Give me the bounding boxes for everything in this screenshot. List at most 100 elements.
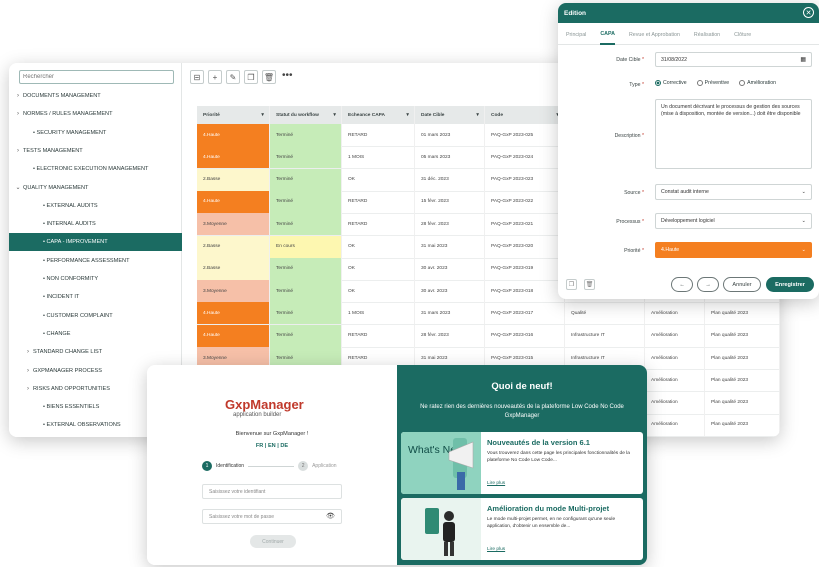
sidebar-item[interactable]: › DOCUMENTS MANAGEMENT bbox=[9, 87, 182, 105]
next-button[interactable]: → bbox=[697, 277, 719, 292]
multiproject-illustration bbox=[401, 498, 481, 560]
table-cell-priorite: 4.Haute bbox=[197, 124, 270, 146]
table-cell-code: PAQ-GxP 2023-023 bbox=[485, 168, 565, 191]
type-radio-group: Corrective Préventive Amélioration bbox=[655, 80, 776, 86]
table-cell-echeance: OK bbox=[342, 280, 415, 303]
password-placeholder: Saisissez votre mot de passe bbox=[209, 513, 275, 520]
column-header[interactable]: Code▼ bbox=[485, 106, 565, 124]
sidebar-item[interactable]: › TESTS MANAGEMENT bbox=[9, 142, 182, 160]
news-card-version[interactable]: What's New! Nouveautés de la version 6.1… bbox=[401, 432, 643, 494]
edit-icon[interactable]: ✎ bbox=[226, 70, 240, 84]
table-row[interactable]: 4.Haute Terminé RETARD 28 févr. 2023 PAQ-GxP… bbox=[197, 324, 780, 348]
processus-value: Développement logiciel bbox=[661, 218, 715, 224]
news-card-text: Le mode multi-projet permet, en ne confi… bbox=[487, 517, 616, 529]
priorite-select[interactable]: 4.Haute ⌄ bbox=[655, 242, 812, 258]
delete-icon[interactable]: 🗑 bbox=[584, 279, 595, 290]
tab-revue-approbation[interactable]: Revue et Approbation bbox=[629, 25, 680, 45]
table-cell-c6: Infrastructure IT bbox=[565, 324, 645, 347]
table-cell-c7: Amélioration bbox=[645, 347, 705, 369]
add-icon[interactable]: + bbox=[208, 70, 222, 84]
tab-realisation[interactable]: Réalisation bbox=[694, 25, 720, 45]
type-radio-amelioration[interactable]: Amélioration bbox=[739, 80, 776, 86]
type-label: Type * bbox=[558, 82, 644, 88]
required-mark: * bbox=[641, 133, 644, 139]
filter-icon[interactable]: ▼ bbox=[475, 113, 480, 118]
processus-select[interactable]: Développement logiciel ⌄ bbox=[655, 213, 812, 229]
copy-icon[interactable]: ❐ bbox=[244, 70, 258, 84]
table-cell-statut: Terminé bbox=[270, 257, 342, 280]
sidebar-search-input[interactable] bbox=[19, 70, 174, 84]
tab-cloture[interactable]: Clôture bbox=[734, 25, 751, 45]
password-input[interactable]: Saisissez votre mot de passe bbox=[202, 509, 342, 524]
read-more-link[interactable]: Lire plus bbox=[487, 547, 505, 552]
sidebar-item-label: • BIENS ESSENTIELS bbox=[43, 404, 100, 411]
column-header[interactable]: Priorité ▼ bbox=[197, 106, 270, 124]
chevron-icon: › bbox=[27, 349, 29, 356]
sidebar-item[interactable]: • CUSTOMER COMPLAINT bbox=[9, 307, 182, 325]
date-cible-label: Date Cible * bbox=[558, 57, 644, 63]
sidebar-item[interactable]: • CHANGE bbox=[9, 325, 182, 343]
eye-icon[interactable]: 👁 bbox=[326, 512, 335, 520]
table-cell-priorite: 2.Basse bbox=[197, 257, 270, 280]
type-label-text: Type bbox=[629, 82, 641, 88]
continue-button[interactable]: Continuer bbox=[250, 535, 296, 548]
filter-icon[interactable]: ▼ bbox=[405, 113, 410, 118]
news-card-multiproject[interactable]: Amélioration du mode Multi-projet Le mod… bbox=[401, 498, 643, 560]
close-icon[interactable]: ✕ bbox=[803, 7, 814, 18]
read-more-link[interactable]: Lire plus bbox=[487, 481, 505, 486]
calendar-icon[interactable]: ▦ bbox=[800, 56, 806, 63]
sidebar-item-label: • CUSTOMER COMPLAINT bbox=[43, 312, 113, 319]
sidebar-item[interactable]: • EXTERNAL AUDITS bbox=[9, 197, 182, 215]
column-header[interactable]: Date Cible ▼ bbox=[415, 106, 485, 124]
sidebar-item[interactable]: • ELECTRONIC EXECUTION MANAGEMENT bbox=[9, 160, 182, 178]
previous-button[interactable]: ← bbox=[671, 277, 693, 292]
type-radio-preventive[interactable]: Préventive bbox=[696, 80, 729, 86]
description-textarea[interactable]: Un document décrivant le processus de ge… bbox=[655, 99, 812, 169]
sidebar-item[interactable]: › NORMES / RULES MANAGEMENT bbox=[9, 105, 182, 123]
edition-header: Edition bbox=[558, 3, 819, 23]
chevron-icon: › bbox=[17, 147, 19, 154]
tab-principal[interactable]: Principal bbox=[566, 25, 586, 45]
date-cible-input[interactable]: 31/08/2022 ▦ bbox=[655, 52, 812, 67]
save-button[interactable]: Enregistrer bbox=[766, 277, 814, 292]
filter-icon[interactable]: ▼ bbox=[332, 113, 337, 118]
source-value: Constat audit interne bbox=[661, 189, 709, 195]
sidebar-item[interactable]: ⌄ QUALITY MANAGEMENT bbox=[9, 179, 182, 197]
delete-icon[interactable]: 🗑 bbox=[262, 70, 276, 84]
table-row[interactable]: 4.Haute Terminé 1 MOIS 31 mars 2023 PAQ-GxP … bbox=[197, 302, 780, 326]
more-options-icon[interactable]: ••• bbox=[280, 70, 293, 86]
table-cell-c8: Plan qualité 2023 bbox=[705, 302, 780, 325]
source-select[interactable]: Constat audit interne ⌄ bbox=[655, 184, 812, 200]
sidebar-item[interactable]: • INTERNAL AUDITS bbox=[9, 215, 182, 233]
username-input[interactable]: Saisissez votre identifiant bbox=[202, 484, 342, 499]
table-cell-statut: Terminé bbox=[270, 302, 342, 325]
table-cell-code: PAQ-GxP 2023-025 bbox=[485, 124, 565, 146]
sidebar-item[interactable]: • PERFORMANCE ASSESSMENT bbox=[9, 252, 182, 270]
step-divider bbox=[248, 465, 295, 467]
copy-icon[interactable]: ❐ bbox=[566, 279, 577, 290]
table-cell-echeance: 1 MOIS bbox=[342, 146, 415, 169]
cancel-button[interactable]: Annuler bbox=[723, 277, 761, 292]
sidebar-item[interactable]: › STANDARD CHANGE LIST bbox=[9, 343, 182, 361]
tab-capa[interactable]: CAPA bbox=[600, 25, 615, 45]
table-cell-priorite: 2.Basse bbox=[197, 235, 270, 258]
sidebar-item-label: • EXTERNAL OBSERVATIONS bbox=[43, 422, 121, 429]
required-mark: * bbox=[641, 82, 644, 88]
column-header-label: Statut du workflow bbox=[276, 112, 319, 118]
sidebar-item[interactable]: • SECURITY MANAGEMENT bbox=[9, 124, 182, 142]
table-cell-priorite: 4.Haute bbox=[197, 190, 270, 213]
language-selector[interactable]: FR | EN | DE bbox=[147, 443, 397, 449]
news-card-title: Amélioration du mode Multi-projet bbox=[487, 504, 610, 513]
sidebar-item-label: QUALITY MANAGEMENT bbox=[23, 184, 89, 191]
sidebar-item[interactable]: • NON CONFORMITY bbox=[9, 270, 182, 288]
source-label: Source * bbox=[558, 190, 644, 196]
column-header[interactable]: Echeance CAPA ▼ bbox=[342, 106, 415, 124]
table-cell-statut: Terminé bbox=[270, 124, 342, 146]
type-radio-corrective[interactable]: Corrective bbox=[655, 80, 687, 86]
columns-icon[interactable]: ⊟ bbox=[190, 70, 204, 84]
sidebar-item[interactable]: • INCIDENT IT bbox=[9, 288, 182, 306]
filter-icon[interactable]: ▼ bbox=[260, 113, 265, 118]
column-header[interactable]: Statut du workflow ▼ bbox=[270, 106, 342, 124]
table-cell-priorite: 4.Haute bbox=[197, 324, 270, 347]
sidebar-item[interactable]: • CAPA - IMPROVEMENT bbox=[9, 233, 182, 252]
